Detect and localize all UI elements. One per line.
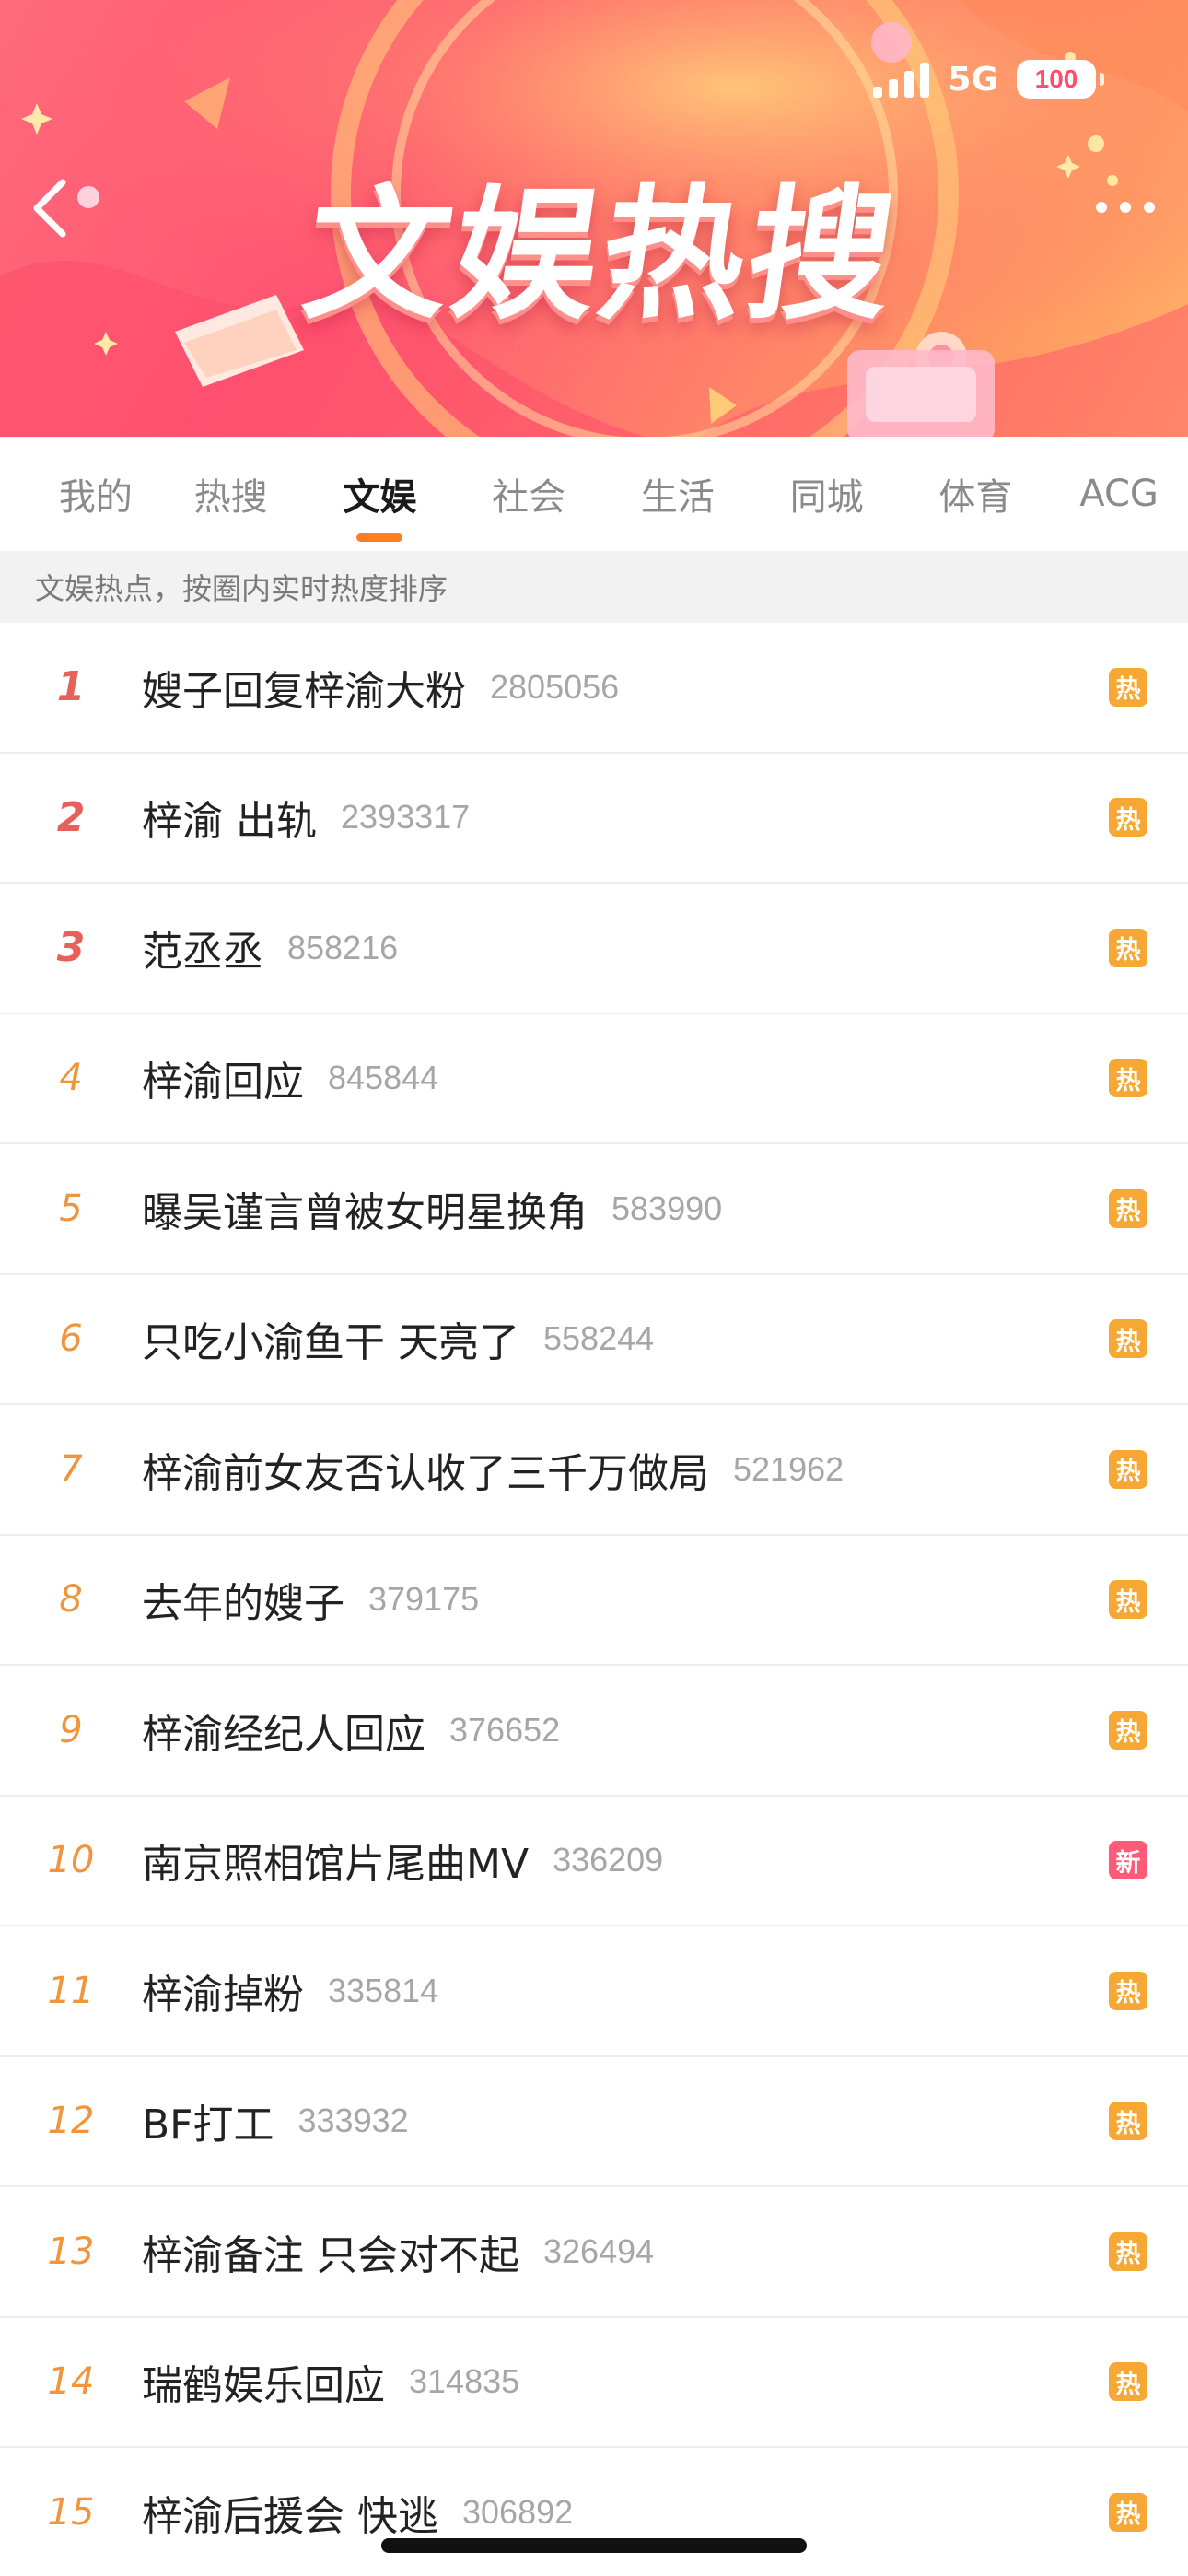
heat-value: 326494 <box>543 2231 655 2270</box>
rank-number: 2 <box>56 793 86 841</box>
topic-title: 梓渝 出轨 <box>142 798 317 846</box>
topic-title: 瑞鹤娱乐回应 <box>142 2362 385 2410</box>
list-item[interactable]: 3 范丞丞 858216 热 <box>0 884 1188 1014</box>
rank-number: 1 <box>56 663 86 711</box>
hot-badge: 热 <box>1109 798 1147 837</box>
tab-hot-search[interactable]: 热搜 <box>157 437 306 551</box>
ranking-notice: 文娱热点，按圈内实时热度排序 <box>0 551 1188 623</box>
hot-search-page: 5G 100 文娱热搜 我的 热搜 文娱 社会 生活 同城 体育 ACG 文娱热… <box>0 0 1188 2576</box>
heat-value: 333932 <box>297 2102 409 2140</box>
heat-value: 379175 <box>368 1580 480 1619</box>
list-item[interactable]: 8 去年的嫂子 379175 热 <box>0 1536 1188 1666</box>
heat-value: 858216 <box>287 928 399 966</box>
list-item[interactable]: 9 梓渝经纪人回应 376652 热 <box>0 1666 1188 1797</box>
rank-number: 6 <box>59 1317 83 1361</box>
rank-number: 8 <box>59 1578 83 1622</box>
heat-value: 336209 <box>553 1841 664 1879</box>
topic-title: 去年的嫂子 <box>142 1580 344 1628</box>
topic-title: 梓渝备注 只会对不起 <box>142 2231 519 2279</box>
rank-number: 13 <box>47 2230 95 2273</box>
list-item[interactable]: 1 嫂子回复梓渝大粉 2805056 热 <box>0 623 1188 754</box>
heat-value: 583990 <box>611 1188 723 1227</box>
hot-badge: 热 <box>1109 2231 1147 2271</box>
hot-badge: 热 <box>1109 1971 1147 2010</box>
rank-number: 7 <box>59 1447 83 1491</box>
category-tabs: 我的 热搜 文娱 社会 生活 同城 体育 ACG <box>0 437 1188 551</box>
rank-number: 10 <box>47 1839 95 1882</box>
tab-entertainment[interactable]: 文娱 <box>306 437 455 551</box>
tab-mine[interactable]: 我的 <box>35 437 157 551</box>
hot-badge: 热 <box>1109 1188 1147 1228</box>
heat-value: 314835 <box>409 2362 520 2401</box>
network-type: 5G <box>948 60 998 99</box>
tab-local[interactable]: 同城 <box>752 437 902 551</box>
topic-title: 梓渝经纪人回应 <box>142 1710 425 1758</box>
hot-search-list: 1 嫂子回复梓渝大粉 2805056 热 2 梓渝 出轨 2393317 热 3… <box>0 623 1188 2576</box>
list-item[interactable]: 14 瑞鹤娱乐回应 314835 热 <box>0 2318 1188 2448</box>
topic-title: 梓渝后援会 快逃 <box>142 2492 438 2540</box>
battery-icon: 100 <box>1017 60 1104 99</box>
hot-badge: 热 <box>1109 1319 1147 1359</box>
topic-title: 梓渝回应 <box>142 1059 304 1107</box>
hot-badge: 热 <box>1109 928 1147 967</box>
hot-badge: 热 <box>1109 2492 1147 2532</box>
rank-number: 4 <box>59 1057 83 1100</box>
heat-value: 2393317 <box>341 798 471 837</box>
topic-title: 嫂子回复梓渝大粉 <box>142 667 466 715</box>
list-item[interactable]: 7 梓渝前女友否认收了三千万做局 521962 热 <box>0 1405 1188 1536</box>
topic-title: 范丞丞 <box>142 928 263 976</box>
heat-value: 376652 <box>449 1710 561 1749</box>
topic-title: 梓渝掉粉 <box>142 1971 304 2019</box>
topic-title: 南京照相馆片尾曲MV <box>142 1841 530 1889</box>
more-button[interactable] <box>1089 184 1162 230</box>
rank-number: 15 <box>47 2490 95 2534</box>
rank-number: 5 <box>59 1187 83 1230</box>
new-badge: 新 <box>1109 1841 1147 1880</box>
list-item[interactable]: 11 梓渝掉粉 335814 热 <box>0 1926 1188 2057</box>
page-title: 文娱热搜 <box>295 171 908 339</box>
cellular-signal-icon <box>873 61 930 98</box>
tab-acg[interactable]: ACG <box>1050 437 1188 551</box>
heat-value: 2805056 <box>490 667 620 706</box>
list-item[interactable]: 13 梓渝备注 只会对不起 326494 热 <box>0 2187 1188 2318</box>
heat-value: 558244 <box>543 1319 655 1358</box>
topic-title: 只吃小渝鱼干 天亮了 <box>142 1319 519 1367</box>
hot-badge: 热 <box>1109 1580 1147 1620</box>
hot-badge: 热 <box>1109 667 1147 707</box>
more-dots-icon <box>1096 202 1155 213</box>
hot-badge: 热 <box>1109 1449 1147 1489</box>
rank-number: 14 <box>47 2360 95 2404</box>
rank-number: 12 <box>47 2100 95 2143</box>
hot-badge: 热 <box>1109 1059 1147 1098</box>
rank-number: 11 <box>47 1969 95 2012</box>
rank-number: 3 <box>56 924 86 972</box>
list-item[interactable]: 15 梓渝后援会 快逃 306892 热 <box>0 2448 1188 2576</box>
heat-value: 521962 <box>733 1449 844 1488</box>
list-item[interactable]: 5 曝吴谨言曾被女明星换角 583990 热 <box>0 1144 1188 1275</box>
header-banner: 5G 100 文娱热搜 <box>0 0 1188 437</box>
hot-badge: 热 <box>1109 2102 1147 2141</box>
topic-title: 梓渝前女友否认收了三千万做局 <box>142 1449 709 1497</box>
status-bar: 5G 100 <box>873 53 1104 105</box>
list-item[interactable]: 4 梓渝回应 845844 热 <box>0 1014 1188 1144</box>
tab-society[interactable]: 社会 <box>454 437 603 551</box>
heat-value: 306892 <box>462 2492 574 2531</box>
hot-badge: 热 <box>1109 1710 1147 1750</box>
list-item[interactable]: 12 BF打工 333932 热 <box>0 2057 1188 2187</box>
battery-level: 100 <box>1034 64 1078 93</box>
rank-number: 9 <box>59 1708 83 1751</box>
list-item[interactable]: 2 梓渝 出轨 2393317 热 <box>0 754 1188 884</box>
topic-title: BF打工 <box>142 2102 274 2149</box>
tab-life[interactable]: 生活 <box>603 437 752 551</box>
heat-value: 335814 <box>328 1971 439 2009</box>
tab-sports[interactable]: 体育 <box>901 437 1050 551</box>
topic-title: 曝吴谨言曾被女明星换角 <box>142 1188 588 1236</box>
list-item[interactable]: 10 南京照相馆片尾曲MV 336209 新 <box>0 1797 1188 1926</box>
hot-badge: 热 <box>1109 2362 1147 2402</box>
heat-value: 845844 <box>328 1059 439 1097</box>
list-item[interactable]: 6 只吃小渝鱼干 天亮了 558244 热 <box>0 1275 1188 1405</box>
home-indicator[interactable] <box>381 2538 807 2553</box>
